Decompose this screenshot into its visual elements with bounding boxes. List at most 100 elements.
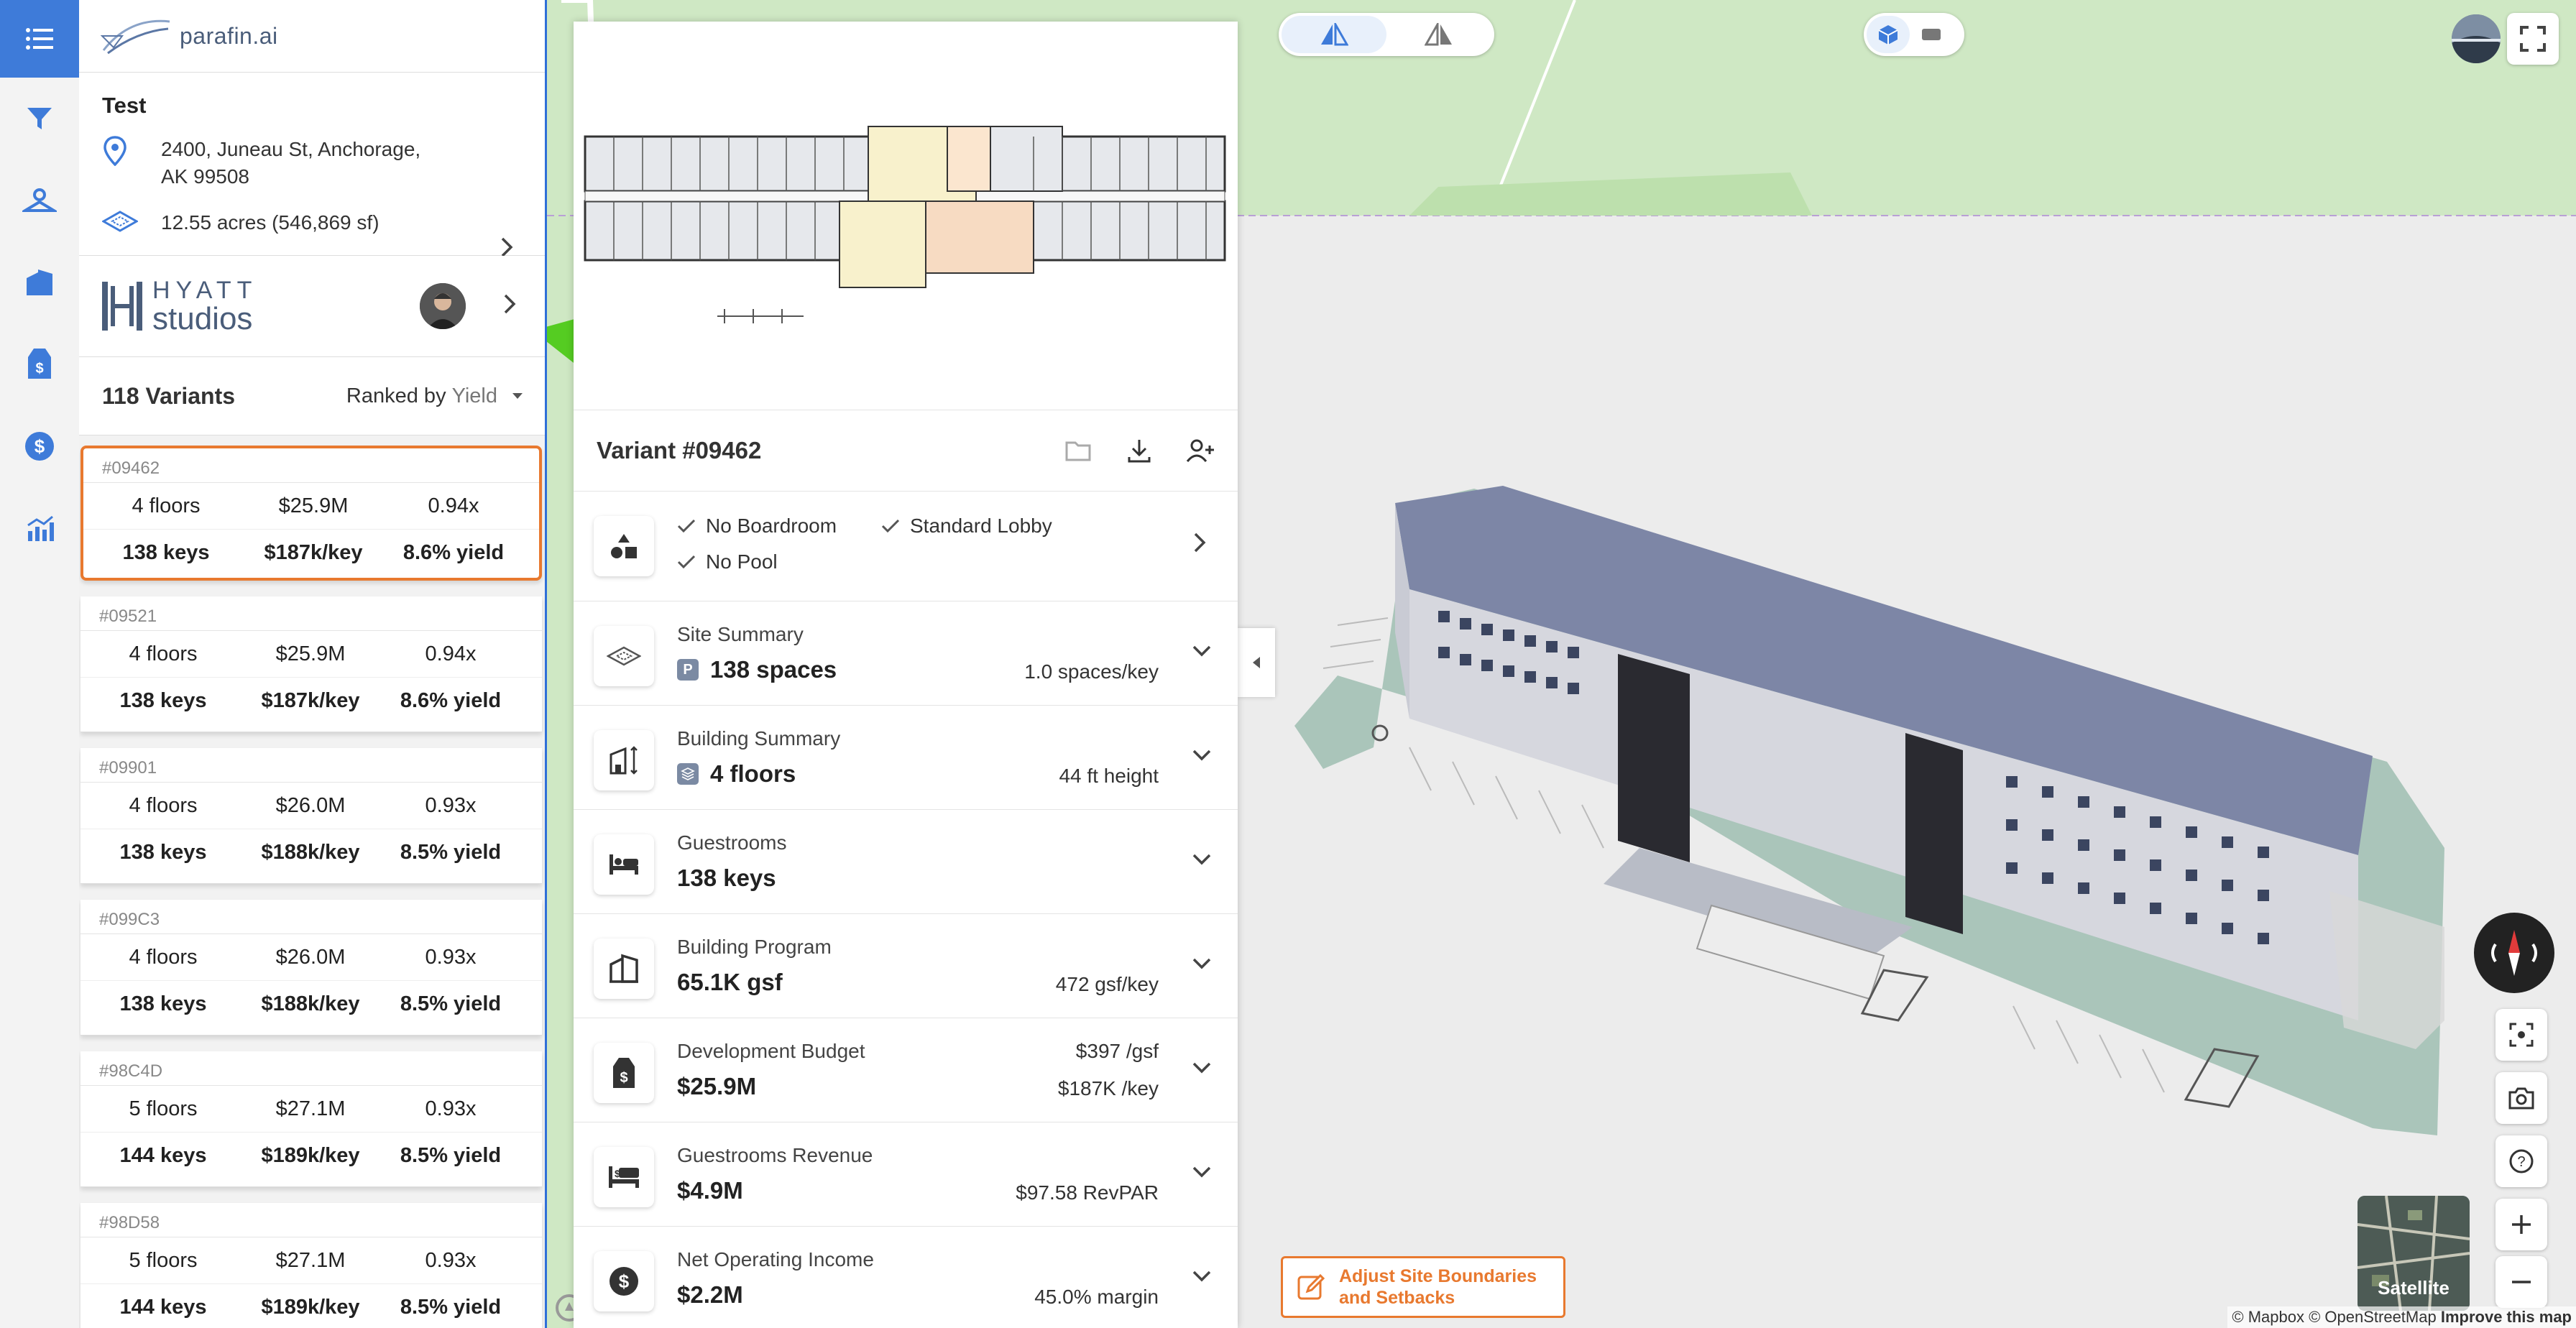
fullscreen-button[interactable] [2507, 13, 2559, 65]
filter-button[interactable] [0, 78, 79, 160]
building-program-section[interactable]: Building Program 65.1K gsf 472 gsf/key [574, 914, 1238, 1018]
adjust-site-boundaries-button[interactable]: Adjust Site Boundaries and Setbacks [1281, 1256, 1565, 1318]
project-sidebar: parafin.ai Test 2400, Juneau St, Anchora… [79, 0, 547, 1328]
avatar[interactable] [420, 283, 466, 329]
download-button[interactable] [1127, 438, 1151, 463]
variant-per-key: $188k/key [261, 992, 360, 1015]
amenities-section[interactable]: No Boardroom Standard Lobby No Pool [574, 492, 1238, 601]
3d-mode-button[interactable] [1867, 16, 1910, 53]
price-tag-icon: $ [613, 1058, 635, 1088]
folder-button[interactable] [1065, 440, 1092, 461]
fit-view-button[interactable] [2496, 1009, 2547, 1061]
share-user-button[interactable] [1186, 438, 1215, 463]
compass-icon [2491, 930, 2537, 976]
building-summary-section[interactable]: Building Summary 4 floors 44 ft height [574, 706, 1238, 810]
user-avatar[interactable] [2452, 14, 2501, 63]
app-logo-text: parafin.ai [180, 22, 278, 49]
site-button[interactable] [0, 160, 79, 241]
variant-floors: 4 floors [129, 793, 198, 817]
view-mode-toggle[interactable] [1279, 13, 1494, 56]
variant-per-key: $189k/key [261, 1143, 360, 1167]
variant-floors: 4 floors [132, 494, 201, 517]
variant-keys: 138 keys [122, 540, 210, 564]
variant-id: #099C3 [80, 900, 542, 934]
development-budget-section[interactable]: $ Development Budget $25.9M $397 /gsf $1… [574, 1018, 1238, 1122]
ranked-by-dropdown[interactable]: Ranked by Yield [346, 384, 523, 408]
improve-map-link[interactable]: Improve this map [2441, 1308, 2572, 1326]
building-icon [27, 269, 52, 295]
svg-text:$: $ [34, 435, 45, 457]
zoom-in-button[interactable] [2496, 1199, 2547, 1250]
focus-icon [2509, 1023, 2534, 1047]
variant-card[interactable]: #099C3 4 floors $26.0M 0.93x 138 keys $188k… [80, 900, 542, 1036]
satellite-toggle[interactable]: Satellite [2358, 1196, 2470, 1311]
variant-card[interactable]: #09521 4 floors $25.9M 0.94x 138 keys $187k… [80, 596, 542, 732]
project-address: 2400, Juneau St, Anchorage, AK 99508 [161, 138, 421, 188]
variant-yield: 8.6% yield [400, 688, 502, 712]
amenity-label: No Boardroom [706, 515, 837, 537]
building-button[interactable] [0, 241, 79, 323]
shapes-icon [611, 534, 637, 558]
variant-card[interactable]: #98D58 5 floors $27.1M 0.93x 144 keys $189k… [80, 1203, 542, 1328]
variant-cost: $25.9M [275, 642, 346, 665]
plus-icon [2512, 1215, 2531, 1234]
screenshot-button[interactable] [2496, 1072, 2547, 1124]
compass-button[interactable] [2474, 913, 2554, 993]
app-logo[interactable]: parafin.ai [79, 0, 545, 73]
parcel-icon [102, 209, 138, 234]
noi-icon-box: $ [594, 1251, 654, 1311]
help-button[interactable]: ? [2496, 1135, 2547, 1187]
flip-view-button[interactable] [1386, 16, 1491, 53]
svg-text:$: $ [615, 1168, 620, 1179]
variant-floors: 5 floors [129, 1097, 198, 1120]
chevron-right-icon[interactable] [500, 236, 513, 258]
variant-yield: 8.6% yield [402, 540, 505, 564]
parking-badge: P [677, 659, 699, 681]
building-3d-model[interactable] [1294, 486, 2444, 1135]
svg-text:$: $ [620, 1070, 627, 1086]
floor-plan[interactable] [574, 22, 1238, 410]
building-summary-detail: 44 ft height [1059, 765, 1159, 787]
net-operating-income-section[interactable]: $ Net Operating Income $2.2M 45.0% margi… [574, 1227, 1238, 1328]
variant-card[interactable]: #98C4D 5 floors $27.1M 0.93x 144 keys $189k… [80, 1051, 542, 1187]
svg-text:$: $ [35, 361, 43, 377]
revenue-button[interactable]: $ [0, 405, 79, 487]
site-icon-box [594, 626, 654, 686]
site-icon [22, 188, 57, 212]
variant-per-key: $188k/key [261, 840, 360, 864]
variant-ratio: 0.93x [425, 1248, 477, 1272]
ranked-by-label: Ranked by [346, 384, 446, 407]
menu-button[interactable] [0, 0, 79, 78]
mirror-view-button[interactable] [1282, 16, 1386, 53]
chevron-right-icon[interactable] [503, 293, 516, 315]
zoom-out-button[interactable] [2496, 1256, 2547, 1308]
amenity-label: No Pool [706, 550, 778, 573]
budget-per-gsf: $397 /gsf [1075, 1040, 1159, 1062]
collapse-panel-button[interactable] [1238, 628, 1275, 697]
project-info[interactable]: Test 2400, Juneau St, Anchorage, AK 9950… [79, 73, 545, 258]
budget-button[interactable]: $ [0, 323, 79, 405]
variant-floors: 5 floors [129, 1248, 198, 1272]
minus-icon [2512, 1281, 2531, 1283]
revpar-value: $97.58 RevPAR [1016, 1181, 1159, 1204]
variant-cost: $27.1M [275, 1097, 346, 1120]
variant-yield: 8.5% yield [400, 1143, 502, 1167]
variant-id: #09462 [83, 448, 539, 483]
guestrooms-section[interactable]: Guestrooms 138 keys [574, 810, 1238, 914]
2d-mode-button[interactable] [1910, 16, 1953, 53]
analytics-button[interactable] [0, 487, 79, 569]
budget-icon-box: $ [594, 1043, 654, 1103]
variant-id: #98C4D [80, 1051, 542, 1086]
guestrooms-revenue-section[interactable]: $ Guestrooms Revenue $4.9M $97.58 RevPAR [574, 1122, 1238, 1227]
render-mode-toggle[interactable] [1864, 13, 1964, 56]
ranked-by-value: Yield [451, 384, 497, 407]
variant-card[interactable]: #09462 4 floors $25.9M 0.94x 138 keys $187k… [80, 446, 542, 581]
attribution-text[interactable]: © Mapbox © OpenStreetMap [2232, 1308, 2436, 1326]
caret-down-icon [512, 393, 523, 399]
folder-icon [1065, 441, 1091, 461]
variant-card[interactable]: #09901 4 floors $26.0M 0.93x 138 keys $188k… [80, 748, 542, 884]
site-summary-section[interactable]: Site Summary P 138 spaces 1.0 spaces/key [574, 601, 1238, 706]
variant-ratio: 0.94x [428, 494, 479, 517]
project-name: Test [102, 93, 147, 118]
brand-row[interactable]: HYATT studios [79, 256, 545, 357]
